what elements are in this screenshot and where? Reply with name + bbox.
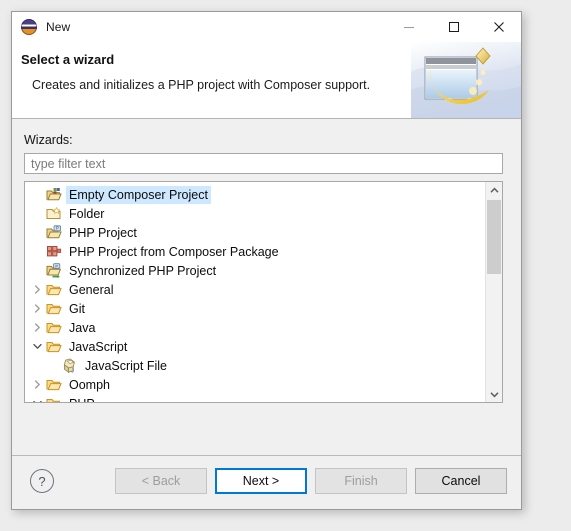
tree-item-javascript[interactable]: JavaScript bbox=[25, 337, 485, 356]
tree-item-label: JavaScript bbox=[69, 339, 128, 354]
folder-icon bbox=[45, 301, 63, 317]
tree-item-general[interactable]: General bbox=[25, 280, 485, 299]
tree-item-label: Java bbox=[69, 320, 96, 335]
svg-text:P: P bbox=[56, 225, 59, 230]
back-button: < Back bbox=[115, 468, 207, 494]
javascript-file-icon: J bbox=[61, 358, 79, 374]
dialog-buttons: < Back Next > Finish Cancel bbox=[115, 468, 507, 494]
folder-new-icon bbox=[45, 206, 63, 222]
folder-icon bbox=[45, 320, 63, 336]
tree-vertical-scrollbar[interactable] bbox=[485, 182, 502, 402]
close-icon[interactable] bbox=[476, 12, 521, 42]
wizard-tree[interactable]: Empty Composer Project Folder P PHP Project… bbox=[24, 181, 503, 403]
dialog-button-bar: ? < Back Next > Finish Cancel bbox=[12, 455, 521, 509]
tree-item-label: Synchronized PHP Project bbox=[69, 263, 217, 278]
finish-button: Finish bbox=[315, 468, 407, 494]
folder-icon bbox=[45, 377, 63, 393]
chevron-down-icon[interactable] bbox=[29, 394, 45, 402]
folder-icon bbox=[45, 282, 63, 298]
screen: New Select a wizard Creates and initiali… bbox=[0, 0, 571, 531]
tree-item-php-project-from-composer-package[interactable]: PHP Project from Composer Package bbox=[25, 242, 485, 261]
tree-item-php-project[interactable]: P PHP Project bbox=[25, 223, 485, 242]
tree-item-java[interactable]: Java bbox=[25, 318, 485, 337]
eclipse-icon bbox=[21, 19, 37, 35]
new-wizard-dialog: New Select a wizard Creates and initiali… bbox=[11, 11, 522, 510]
scrollbar-thumb[interactable] bbox=[487, 200, 501, 274]
sync-php-project-icon: P bbox=[45, 263, 63, 279]
svg-text:J: J bbox=[71, 368, 74, 374]
chevron-right-icon[interactable] bbox=[29, 299, 45, 318]
tree-item-label: Empty Composer Project bbox=[67, 186, 210, 203]
tree-item-label: PHP bbox=[67, 396, 97, 403]
tree-item-javascript-file[interactable]: J JavaScript File bbox=[25, 356, 485, 375]
wizards-label: Wizards: bbox=[24, 133, 73, 147]
maximize-icon[interactable] bbox=[431, 12, 476, 42]
tree-item-folder[interactable]: Folder bbox=[25, 204, 485, 223]
tree-item-synchronized-php-project[interactable]: P Synchronized PHP Project bbox=[25, 261, 485, 280]
composer-project-icon bbox=[45, 187, 63, 203]
tree-item-git[interactable]: Git bbox=[25, 299, 485, 318]
title-bar: New bbox=[12, 12, 521, 42]
php-project-icon: P bbox=[45, 224, 63, 241]
wizard-header: Select a wizard Creates and initializes … bbox=[12, 42, 521, 119]
window-controls bbox=[386, 12, 521, 42]
folder-icon bbox=[45, 396, 63, 402]
tree-item-oomph[interactable]: Oomph bbox=[25, 375, 485, 394]
cancel-button[interactable]: Cancel bbox=[415, 468, 507, 494]
tree-item-label: Oomph bbox=[69, 377, 110, 392]
chevron-down-icon[interactable] bbox=[29, 337, 45, 356]
tree-item-label: General bbox=[69, 282, 114, 297]
tree-item-label: PHP Project bbox=[69, 225, 137, 240]
filter-input[interactable] bbox=[24, 153, 503, 174]
scroll-down-icon[interactable] bbox=[486, 386, 502, 402]
help-icon[interactable]: ? bbox=[30, 469, 54, 493]
wizard-tree-list[interactable]: Empty Composer Project Folder P PHP Project… bbox=[25, 182, 485, 402]
next-button[interactable]: Next > bbox=[215, 468, 307, 494]
folder-icon bbox=[45, 339, 63, 355]
chevron-right-icon[interactable] bbox=[29, 375, 45, 394]
composer-package-icon bbox=[45, 244, 63, 260]
chevron-right-icon[interactable] bbox=[29, 280, 45, 299]
tree-item-empty-composer-project[interactable]: Empty Composer Project bbox=[25, 185, 485, 204]
svg-text:P: P bbox=[55, 263, 58, 268]
page-description: Creates and initializes a PHP project wi… bbox=[32, 78, 371, 92]
minimize-icon[interactable] bbox=[386, 12, 431, 42]
tree-item-label: PHP Project from Composer Package bbox=[69, 244, 279, 259]
dialog-body: Wizards: Empty Composer Project Folder P PH… bbox=[12, 119, 521, 455]
tree-item-label: Git bbox=[69, 301, 85, 316]
chevron-right-icon[interactable] bbox=[29, 318, 45, 337]
tree-item-label: JavaScript File bbox=[85, 358, 167, 373]
new-wizard-banner-icon bbox=[411, 42, 521, 118]
scroll-up-icon[interactable] bbox=[486, 182, 502, 198]
tree-item-label: Folder bbox=[69, 206, 105, 221]
tree-item-php[interactable]: PHP bbox=[25, 394, 485, 402]
window-title: New bbox=[46, 20, 71, 34]
page-title: Select a wizard bbox=[21, 52, 115, 67]
